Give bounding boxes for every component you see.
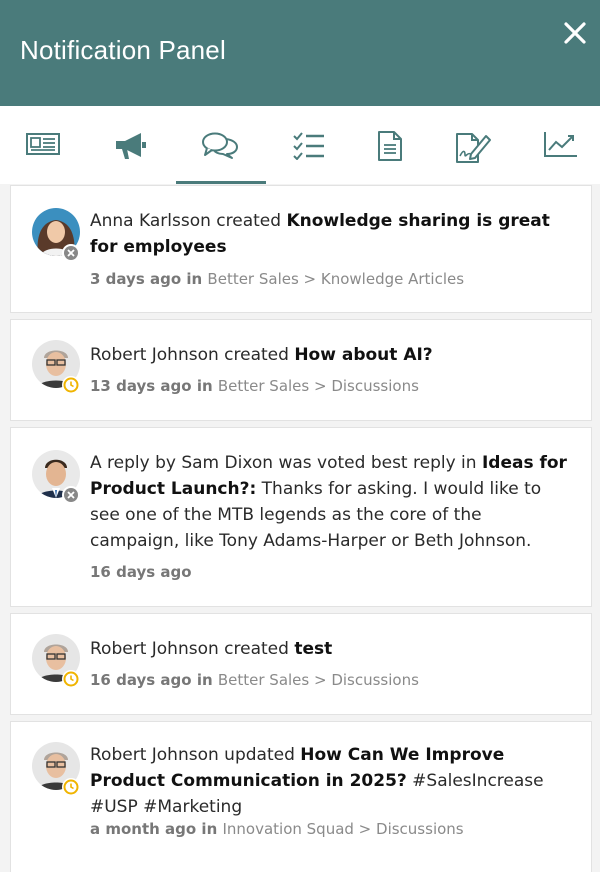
- timestamp: 13 days ago: [90, 377, 192, 395]
- tab-analytics[interactable]: [518, 106, 600, 184]
- notification-list: Anna Karlsson created Knowledge sharing …: [0, 184, 600, 872]
- tab-news[interactable]: [0, 106, 86, 184]
- timestamp: 16 days ago: [90, 563, 192, 581]
- notification-card[interactable]: Robert Johnson created How about AI? 13 …: [10, 319, 592, 421]
- notification-meta: 13 days ago in Better Sales > Discussion…: [90, 377, 419, 395]
- notification-meta: a month ago in Innovation Squad > Discus…: [90, 820, 464, 838]
- status-badge: [62, 244, 80, 262]
- chat-bubbles-icon: [202, 132, 238, 159]
- actor-name: Robert Johnson: [90, 745, 219, 765]
- tab-announcements[interactable]: [88, 106, 174, 184]
- notification-text: Robert Johnson created How about AI?: [90, 345, 433, 365]
- status-badge: [62, 778, 80, 796]
- notification-text: Anna Karlsson created Knowledge sharing …: [90, 211, 550, 257]
- subject-link[interactable]: How about AI?: [294, 345, 432, 365]
- subject-link[interactable]: test: [294, 639, 332, 659]
- notification-meta: 16 days ago in Better Sales > Discussion…: [90, 671, 419, 689]
- trend-chart-icon: [544, 132, 577, 157]
- location-link[interactable]: Better Sales > Discussions: [218, 671, 419, 689]
- actor-name: Robert Johnson: [90, 345, 219, 365]
- actor-name: Sam Dixon: [181, 453, 274, 473]
- actor-name: Robert Johnson: [90, 639, 219, 659]
- signature-icon: [456, 133, 491, 163]
- notification-text: A reply by Sam Dixon was voted best repl…: [90, 453, 567, 551]
- actor-name: Anna Karlsson: [90, 211, 211, 231]
- checklist-icon: [293, 132, 324, 160]
- tab-documents[interactable]: [347, 106, 433, 184]
- category-tabs: [0, 106, 600, 184]
- notification-text: Robert Johnson updated How Can We Improv…: [90, 745, 544, 817]
- panel-title: Notification Panel: [20, 35, 226, 65]
- newspaper-icon: [26, 133, 60, 155]
- status-badge: [62, 670, 80, 688]
- notification-meta: 3 days ago in Better Sales > Knowledge A…: [90, 270, 465, 288]
- notification-card[interactable]: Robert Johnson updated How Can We Improv…: [10, 721, 592, 872]
- timestamp: a month ago: [90, 820, 197, 838]
- notification-card[interactable]: A reply by Sam Dixon was voted best repl…: [10, 427, 592, 607]
- timestamp: 16 days ago: [90, 671, 192, 689]
- document-icon: [378, 131, 402, 161]
- location-link[interactable]: Innovation Squad > Discussions: [222, 820, 463, 838]
- tab-tasks[interactable]: [266, 106, 352, 184]
- panel-header: Notification Panel: [0, 0, 600, 106]
- timestamp: 3 days ago: [90, 270, 182, 288]
- location-link[interactable]: Better Sales > Knowledge Articles: [207, 270, 464, 288]
- tab-discussions[interactable]: [177, 106, 263, 184]
- tab-edits[interactable]: [430, 106, 516, 184]
- status-badge: [62, 376, 80, 394]
- notification-card[interactable]: Anna Karlsson created Knowledge sharing …: [10, 185, 592, 313]
- status-badge: [62, 486, 80, 504]
- close-icon[interactable]: [560, 18, 590, 48]
- notification-card[interactable]: Robert Johnson created test 16 days ago …: [10, 613, 592, 715]
- notification-text: Robert Johnson created test: [90, 639, 333, 659]
- location-link[interactable]: Better Sales > Discussions: [218, 377, 419, 395]
- megaphone-icon: [116, 133, 146, 159]
- notification-meta: 16 days ago: [90, 562, 192, 582]
